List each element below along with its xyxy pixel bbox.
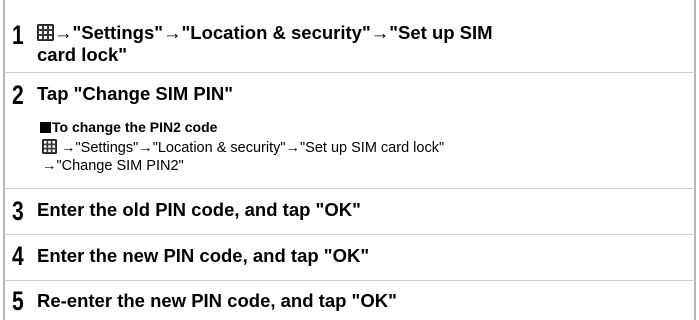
step-5-instruction: Re-enter the new PIN code, and tap "OK" bbox=[37, 290, 397, 311]
step-2-instruction: Tap "Change SIM PIN" bbox=[37, 83, 234, 104]
pin2-text-line-2: →"Change SIM PIN2" bbox=[42, 158, 184, 174]
step-1-instruction: →"Settings"→"Location & security"→"Set u… bbox=[37, 22, 493, 66]
step-1-number: 1 bbox=[12, 20, 24, 50]
pin2-heading-text: To change the PIN2 code bbox=[52, 119, 218, 135]
apps-grid-icon bbox=[42, 139, 57, 154]
pin2-instructions: →"Settings"→"Location & security"→"Set u… bbox=[42, 139, 444, 175]
step-1-text-line-1: →"Settings"→"Location & security"→"Set u… bbox=[54, 22, 493, 43]
divider bbox=[4, 72, 695, 73]
square-bullet-icon bbox=[40, 122, 51, 133]
frame-left-border bbox=[3, 0, 5, 320]
pin2-heading: To change the PIN2 code bbox=[40, 118, 217, 136]
divider bbox=[4, 234, 695, 235]
frame-right-border bbox=[694, 0, 696, 320]
step-3-instruction: Enter the old PIN code, and tap "OK" bbox=[37, 199, 361, 220]
step-2-number: 2 bbox=[12, 80, 24, 110]
divider bbox=[4, 188, 695, 189]
step-1-text-line-2: card lock" bbox=[37, 44, 128, 65]
pin2-text-line-1: →"Settings"→"Location & security"→"Set u… bbox=[61, 140, 445, 156]
step-1-line-1: →"Settings"→"Location & security"→"Set u… bbox=[37, 22, 493, 44]
step-3-number: 3 bbox=[12, 196, 24, 226]
pin2-line-1: →"Settings"→"Location & security"→"Set u… bbox=[42, 139, 444, 157]
apps-grid-icon bbox=[37, 24, 54, 41]
step-4-instruction: Enter the new PIN code, and tap "OK" bbox=[37, 245, 370, 266]
step-5-number: 5 bbox=[12, 286, 24, 316]
divider bbox=[4, 280, 695, 281]
step-4-number: 4 bbox=[12, 241, 24, 271]
